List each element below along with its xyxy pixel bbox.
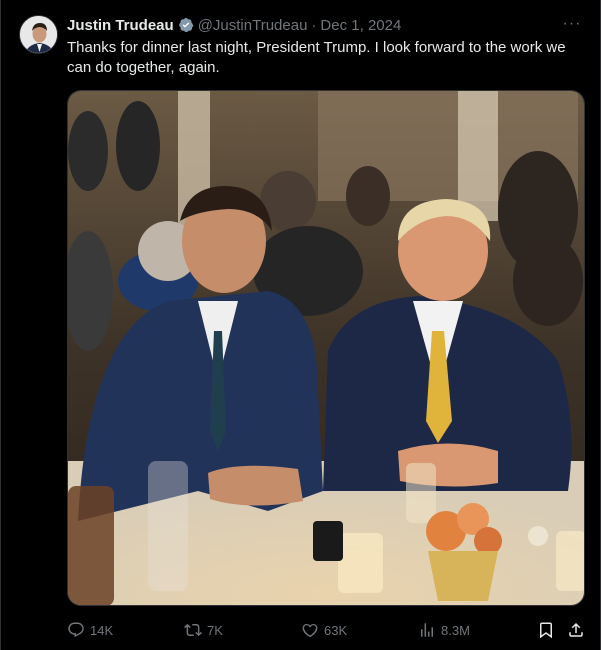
views-icon [421,623,433,637]
author-handle[interactable]: @JustinTrudeau [198,17,308,34]
reply-count: 14K [90,622,114,638]
bookmark-icon [540,622,552,639]
like-button[interactable]: 63K [301,621,347,639]
author-avatar[interactable] [19,15,58,54]
tweet-text: Thanks for dinner last night, President … [67,39,566,76]
tweet-container[interactable]: Justin Trudeau @JustinTrudeau · Dec 1, 2… [0,0,601,650]
tweet-actions: 14K 7K 63K 8.3M [67,618,589,642]
separator-dot: · [311,16,317,34]
reply-icon [68,622,84,638]
verified-badge-icon[interactable] [178,17,194,33]
tweet-header: Justin Trudeau @JustinTrudeau · Dec 1, 2… [67,14,584,36]
share-button[interactable] [567,621,585,639]
views-count: 8.3M [441,622,470,638]
bookmark-button[interactable] [537,621,555,639]
views-button[interactable]: 8.3M [418,621,470,639]
repost-button[interactable]: 7K [184,621,223,639]
more-icon[interactable]: ··· [560,12,584,36]
tweet-photo[interactable] [67,90,585,606]
author-name[interactable]: Justin Trudeau [67,17,174,34]
heart-icon [302,623,318,638]
repost-icon [184,623,202,637]
tweet-date[interactable]: Dec 1, 2024 [320,17,401,34]
share-icon [569,622,583,637]
like-count: 63K [324,622,348,638]
repost-count: 7K [207,622,223,638]
reply-button[interactable]: 14K [67,621,113,639]
